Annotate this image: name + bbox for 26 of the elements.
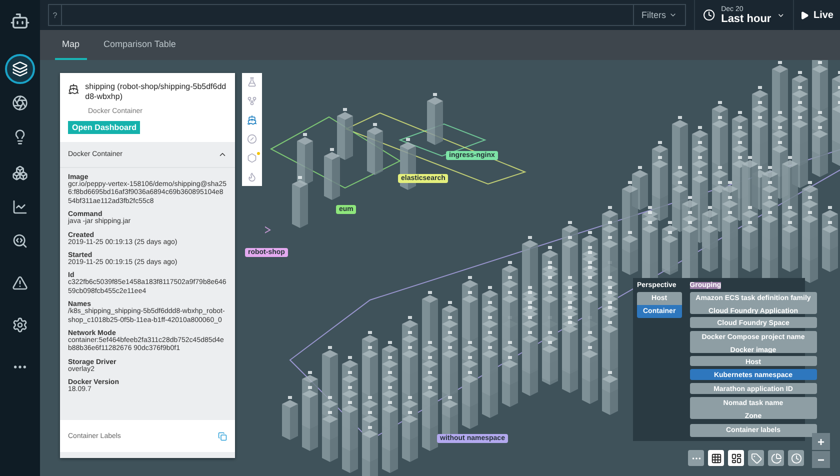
play-icon <box>800 10 810 20</box>
copy-icon[interactable] <box>218 432 227 440</box>
pie-chart-icon[interactable] <box>768 450 784 466</box>
grid-icon[interactable] <box>708 450 724 466</box>
hexagon-icon[interactable] <box>247 153 257 163</box>
open-dashboard-button[interactable]: Open Dashboard <box>68 121 140 134</box>
fork-icon[interactable] <box>247 96 257 106</box>
zoom-out-button[interactable]: − <box>812 451 830 468</box>
caret-icon <box>669 11 677 19</box>
tab[interactable]: Comparison Table <box>96 30 183 60</box>
clock-icon <box>703 8 716 22</box>
chevron-up-icon <box>218 150 227 159</box>
dashboard-icon[interactable] <box>728 450 744 466</box>
flask-icon[interactable] <box>247 77 257 87</box>
flame-icon[interactable] <box>247 172 257 182</box>
live-button[interactable]: Live <box>794 0 840 30</box>
help-label: ? <box>49 5 62 25</box>
search-field[interactable]: ? Filters <box>48 4 686 26</box>
ship-icon[interactable] <box>247 115 257 125</box>
filters-button[interactable]: Filters <box>632 5 685 25</box>
zoom-in-button[interactable]: + <box>812 433 830 450</box>
clock-icon[interactable] <box>788 450 804 466</box>
layers-icon[interactable] <box>5 54 35 84</box>
container-title: shipping (robot-shop/shipping-5b5df6ddd8-wbxhp) <box>85 82 227 102</box>
slashed-circle-icon[interactable] <box>247 134 257 144</box>
ship-icon <box>68 82 80 96</box>
